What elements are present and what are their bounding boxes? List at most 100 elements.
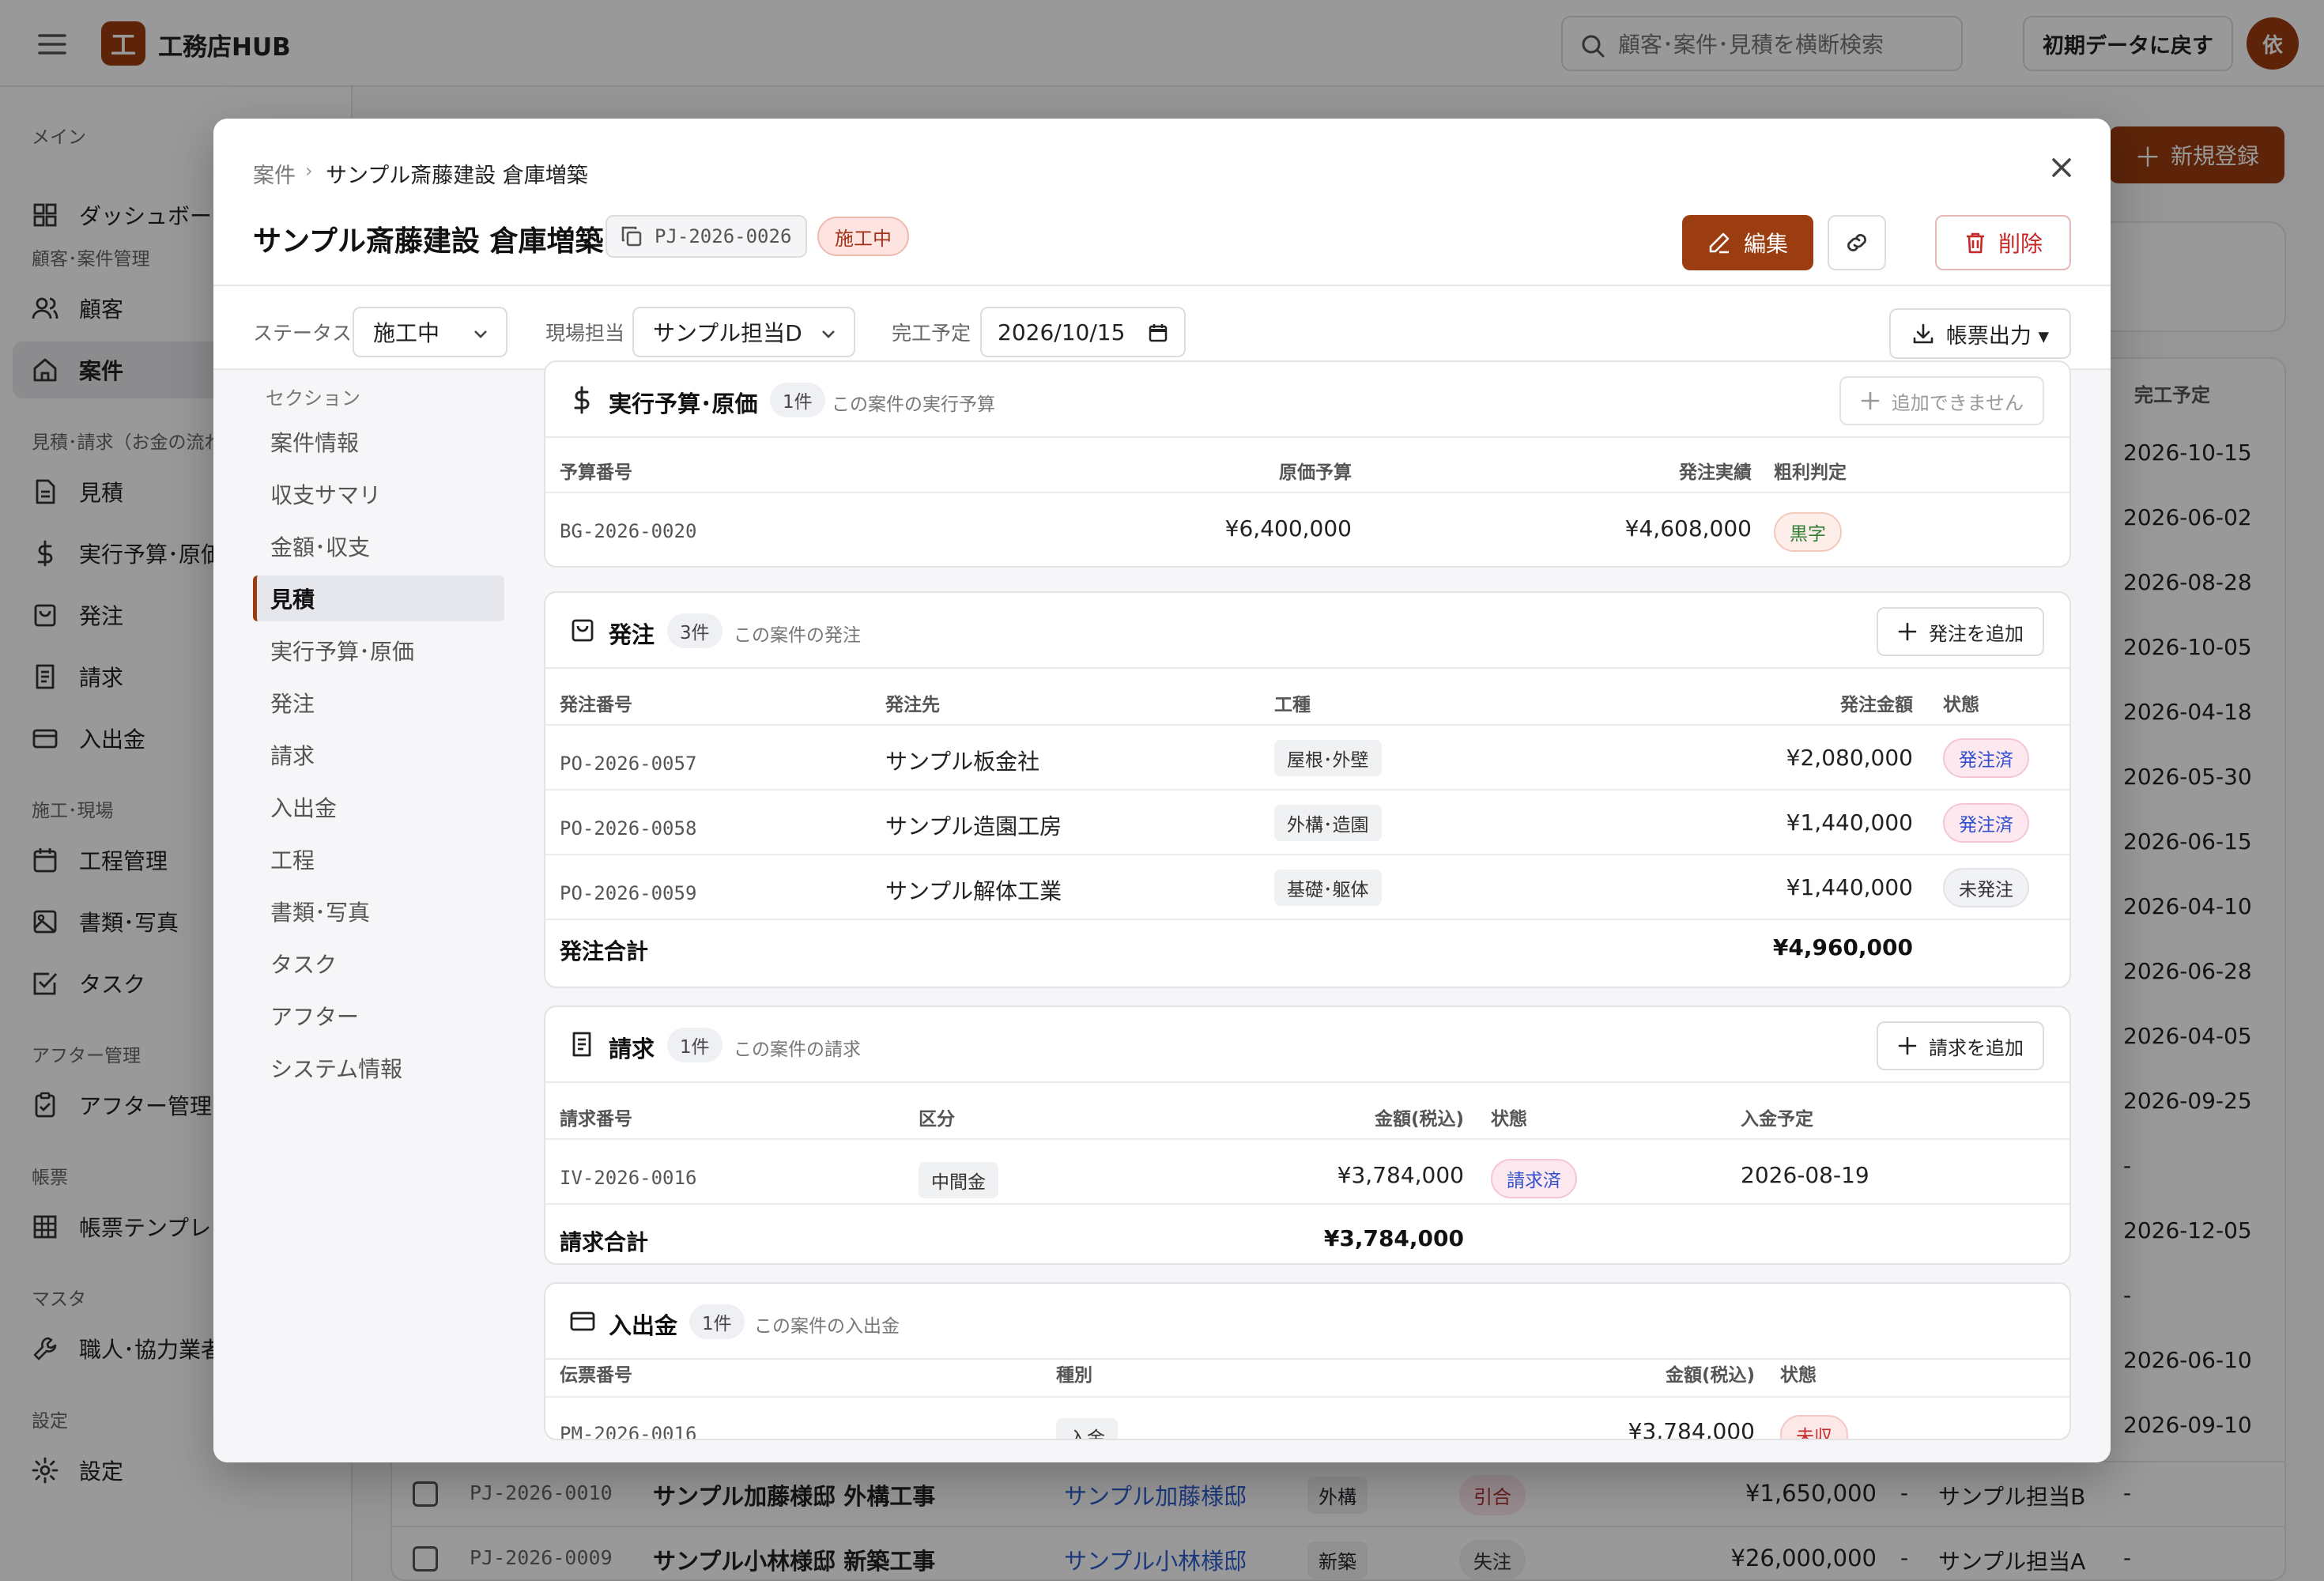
card-description: この案件の請求	[734, 1040, 861, 1060]
column-header: 原価予算	[1279, 462, 1352, 483]
card-title: 実行予算･原価	[609, 391, 758, 417]
section-nav-item[interactable]: 金額･収支	[253, 523, 504, 569]
trade-tag: 基礎･躯体	[1274, 870, 1382, 906]
status-select[interactable]: 施工中	[353, 307, 507, 357]
orders-card-header: 発注 3件 この案件の発注 発注を追加	[545, 593, 2069, 669]
person-select-value: サンプル担当D	[653, 320, 802, 346]
chevron-down-icon	[474, 330, 487, 338]
copy-icon	[621, 226, 642, 247]
status-badge: 請求済	[1491, 1159, 1577, 1198]
column-header: 発注実績	[1679, 462, 1752, 483]
budget-card: 実行予算･原価 1件 この案件の実行予算 追加できません 予算番号 原価予算 発注実…	[544, 360, 2071, 568]
card-description: この案件の実行予算	[832, 394, 995, 415]
person-select[interactable]: サンプル担当D	[632, 307, 855, 357]
project-detail-modal: 案件 › サンプル斎藤建設 倉庫増築 サンプル斎藤建設 倉庫増築 PJ-2026…	[213, 119, 2111, 1462]
budget-number: BG-2026-0020	[560, 520, 697, 542]
budget-card-header: 実行予算･原価 1件 この案件の実行予算 追加できません	[545, 362, 2069, 438]
column-header: 発注先	[885, 695, 940, 715]
invoices-card: 請求 1件 この案件の請求 請求を追加 請求番号 区分 金額(税込) 状態 入金…	[544, 1006, 2071, 1265]
edit-label: 編集	[1743, 231, 1788, 257]
section-nav-item[interactable]: アフター	[253, 993, 504, 1039]
section-nav-item[interactable]: 見積	[253, 575, 504, 621]
status-field-label: ステータス	[253, 322, 353, 345]
payment-amount: ¥3,784,000	[1628, 1418, 1755, 1440]
modal-header: 案件 › サンプル斎藤建設 倉庫増築 サンプル斎藤建設 倉庫増築 PJ-2026…	[213, 119, 2111, 286]
invoices-card-header: 請求 1件 この案件の請求 請求を追加	[545, 1007, 2069, 1083]
section-nav-item[interactable]: 請求	[253, 732, 504, 778]
modal-filter-bar: ステータス 施工中 現場担当 サンプル担当D 完工予定 2026/10/15 帳…	[213, 286, 2111, 370]
order-total-label: 発注合計	[560, 938, 649, 964]
column-header: 予算番号	[560, 462, 632, 483]
close-icon[interactable]	[2046, 152, 2077, 183]
chevron-down-icon	[822, 330, 835, 338]
delete-button[interactable]: 削除	[1935, 215, 2071, 270]
status-select-value: 施工中	[373, 320, 440, 346]
due-date-value: 2026/10/15	[998, 319, 1126, 345]
section-nav-item[interactable]: 案件情報	[253, 419, 504, 465]
order-number: PO-2026-0057	[560, 753, 697, 775]
section-nav-item[interactable]: 収支サマリ	[253, 471, 504, 517]
modal-body: セクション 案件情報 収支サマリ 金額･収支 見積 実行予算･原価 発注 請求 入出金 工程 書類…	[213, 360, 2111, 1462]
section-nav-item[interactable]: タスク	[253, 941, 504, 987]
status-badge: 発注済	[1943, 738, 2029, 778]
due-date-input[interactable]: 2026/10/15	[980, 307, 1186, 357]
section-nav-item[interactable]: システム情報	[253, 1045, 504, 1091]
plus-icon	[1861, 391, 1880, 410]
status-badge: 未収	[1780, 1415, 1848, 1439]
add-budget-button[interactable]: 追加できません	[1839, 376, 2044, 425]
wallet-icon	[570, 1311, 595, 1331]
count-badge: 1件	[667, 1028, 722, 1062]
count-badge: 1件	[770, 383, 825, 417]
profit-judge-badge: 黒字	[1774, 512, 1842, 552]
invoice-total-label: 請求合計	[560, 1229, 649, 1255]
pencil-icon	[1709, 232, 1730, 254]
section-nav-item[interactable]: 書類･写真	[253, 889, 504, 934]
count-badge: 1件	[689, 1304, 745, 1339]
add-label: 請求を追加	[1929, 1036, 2024, 1059]
section-nav-item[interactable]: 入出金	[253, 784, 504, 830]
delete-label: 削除	[1998, 231, 2043, 257]
add-order-button[interactable]: 発注を追加	[1877, 607, 2044, 656]
card-title: 入出金	[609, 1312, 678, 1339]
dollar-icon	[574, 386, 590, 414]
column-header: 区分	[919, 1109, 955, 1130]
column-header: 金額(税込)	[1665, 1365, 1755, 1386]
add-label: 追加できません	[1891, 391, 2024, 414]
export-forms-button[interactable]: 帳票出力 ▾	[1889, 308, 2071, 359]
column-header: 状態	[1780, 1365, 1817, 1386]
invoice-total-value: ¥3,784,000	[1323, 1225, 1464, 1251]
download-icon	[1913, 323, 1934, 344]
order-amount: ¥2,080,000	[1786, 745, 1913, 771]
project-code: PJ-2026-0026	[655, 225, 792, 247]
section-nav-item[interactable]: 発注	[253, 680, 504, 726]
vendor-name: サンプル板金社	[885, 749, 1040, 775]
vendor-name: サンプル解体工業	[885, 878, 1062, 904]
edit-button[interactable]: 編集	[1682, 215, 1813, 270]
breadcrumb-current: サンプル斎藤建設 倉庫増築	[326, 164, 588, 188]
kind-tag: 入金	[1056, 1418, 1118, 1439]
column-header: 伝票番号	[560, 1365, 632, 1386]
column-header: 状態	[1943, 695, 1979, 715]
section-nav-item[interactable]: 実行予算･原価	[253, 628, 504, 674]
trash-icon	[1966, 232, 1984, 254]
add-invoice-button[interactable]: 請求を追加	[1877, 1021, 2044, 1070]
export-label: 帳票出力 ▾	[1945, 323, 2050, 349]
count-badge: 3件	[667, 613, 722, 648]
breadcrumb-parent[interactable]: 案件	[253, 158, 296, 189]
order-total-value: ¥4,960,000	[1772, 934, 1913, 960]
column-header: 発注番号	[560, 695, 632, 715]
status-badge: 発注済	[1943, 803, 2029, 843]
add-label: 発注を追加	[1929, 622, 2024, 645]
vendor-name: サンプル造園工房	[885, 813, 1062, 840]
status-badge: 施工中	[817, 217, 909, 256]
section-nav-item[interactable]: 工程	[253, 836, 504, 882]
receipt-icon	[572, 1032, 591, 1057]
copy-link-button[interactable]	[1828, 215, 1886, 270]
trade-tag: 外構･造園	[1274, 805, 1382, 841]
plus-icon	[1898, 1036, 1917, 1055]
breadcrumb-separator: ›	[305, 160, 313, 182]
invoice-amount: ¥3,784,000	[1337, 1162, 1464, 1188]
column-header: 状態	[1491, 1109, 1527, 1130]
due-field-label: 完工予定	[892, 322, 971, 345]
project-code-chip[interactable]: PJ-2026-0026	[606, 215, 808, 258]
